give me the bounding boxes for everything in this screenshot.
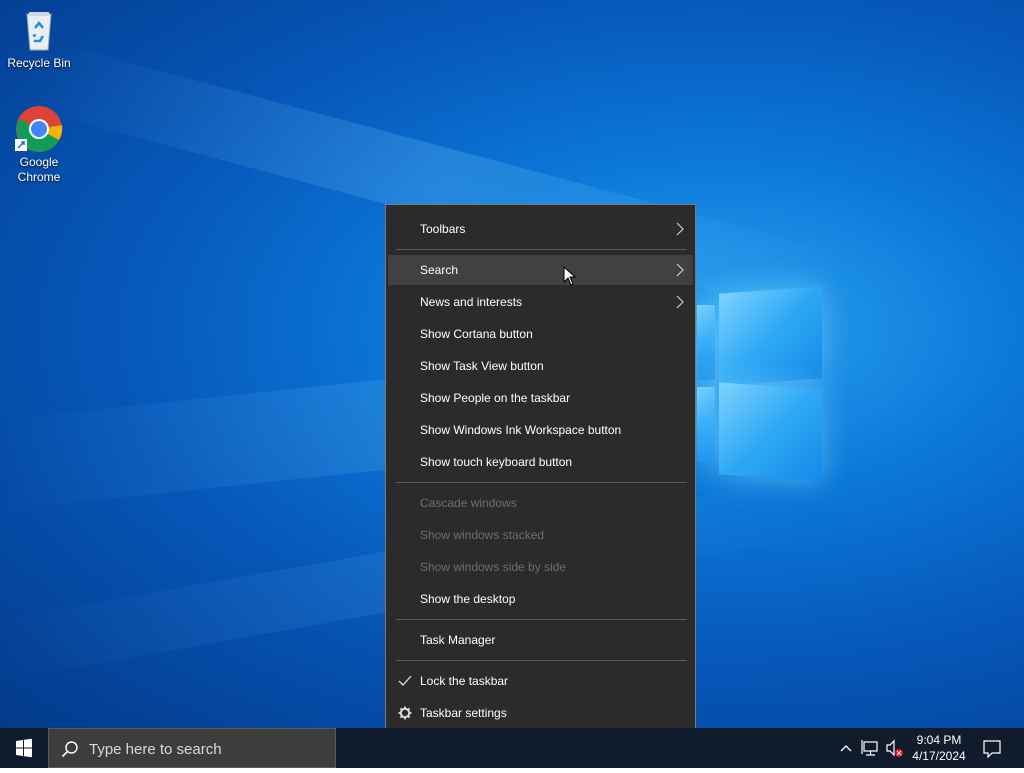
- menu-item-label: Taskbar settings: [420, 706, 507, 720]
- desktop-icon-label: Google Chrome: [17, 155, 61, 184]
- menu-item-label: Show windows side by side: [420, 560, 567, 574]
- menu-item-label: Show the desktop: [420, 592, 516, 606]
- desktop-icon-recycle-bin[interactable]: Recycle Bin: [1, 6, 77, 71]
- menu-item-show-touch-keyboard[interactable]: Show touch keyboard button: [388, 447, 693, 477]
- volume-muted-icon[interactable]: [884, 728, 906, 768]
- menu-item-label: Search: [420, 263, 459, 277]
- menu-item-label: Show Windows Ink Workspace button: [420, 423, 622, 437]
- wallpaper-windows-logo: [697, 305, 715, 380]
- menu-item-cascade-windows: Cascade windows: [388, 488, 693, 518]
- menu-item-label: Task Manager: [420, 633, 496, 647]
- gear-icon: [398, 706, 412, 720]
- menu-item-show-windows-ink[interactable]: Show Windows Ink Workspace button: [388, 415, 693, 445]
- clock-time: 9:04 PM: [916, 733, 962, 747]
- menu-item-search[interactable]: Search: [388, 255, 693, 285]
- menu-item-taskbar-settings[interactable]: Taskbar settings: [388, 698, 693, 728]
- chrome-icon: [15, 105, 63, 153]
- menu-item-label: Lock the taskbar: [420, 674, 509, 688]
- notification-icon[interactable]: [982, 728, 1002, 768]
- chevron-up-icon[interactable]: [838, 728, 854, 768]
- menu-separator: [396, 482, 687, 483]
- wallpaper-windows-logo: [719, 286, 822, 386]
- chevron-right-icon: [676, 263, 684, 277]
- search-placeholder: Type here to search: [89, 741, 222, 758]
- menu-separator: [396, 660, 687, 661]
- menu-item-show-windows-stacked: Show windows stacked: [388, 520, 693, 550]
- menu-item-label: Show People on the taskbar: [420, 391, 571, 405]
- search-icon: [61, 741, 78, 758]
- clock-date: 4/17/2024: [912, 749, 966, 763]
- chevron-right-icon: [676, 295, 684, 309]
- desktop-icon-label: Recycle Bin: [7, 56, 71, 70]
- menu-item-lock-the-taskbar[interactable]: Lock the taskbar: [388, 666, 693, 696]
- menu-item-show-the-desktop[interactable]: Show the desktop: [388, 584, 693, 614]
- menu-item-label: Cascade windows: [420, 496, 517, 510]
- menu-item-label: Show Task View button: [420, 359, 544, 373]
- taskbar-search-box[interactable]: Type here to search: [48, 728, 336, 768]
- checkmark-icon: [398, 675, 412, 686]
- menu-separator: [396, 249, 687, 250]
- menu-item-task-manager[interactable]: Task Manager: [388, 625, 693, 655]
- menu-separator: [396, 619, 687, 620]
- start-button[interactable]: [0, 728, 48, 768]
- taskbar-clock[interactable]: 9:04 PM 4/17/2024: [906, 732, 972, 764]
- taskbar-context-menu: Toolbars Search News and interests Show …: [385, 204, 696, 736]
- menu-item-show-people[interactable]: Show People on the taskbar: [388, 383, 693, 413]
- windows-logo-icon: [16, 738, 32, 758]
- menu-item-show-windows-side-by-side: Show windows side by side: [388, 552, 693, 582]
- recycle-bin-icon: [15, 6, 63, 54]
- menu-item-label: News and interests: [420, 295, 523, 309]
- menu-item-label: Toolbars: [420, 222, 466, 236]
- menu-item-show-task-view-button[interactable]: Show Task View button: [388, 351, 693, 381]
- chevron-right-icon: [676, 222, 684, 236]
- network-icon[interactable]: [861, 728, 881, 768]
- taskbar[interactable]: Type here to search 9:04 PM 4/17/2024: [0, 728, 1024, 768]
- menu-item-label: Show touch keyboard button: [420, 455, 573, 469]
- menu-item-label: Show Cortana button: [420, 327, 533, 341]
- menu-item-show-cortana-button[interactable]: Show Cortana button: [388, 319, 693, 349]
- desktop-icon-google-chrome[interactable]: Google Chrome: [1, 105, 77, 185]
- menu-item-toolbars[interactable]: Toolbars: [388, 214, 693, 244]
- menu-item-news-and-interests[interactable]: News and interests: [388, 287, 693, 317]
- wallpaper-windows-logo: [719, 382, 822, 482]
- menu-item-label: Show windows stacked: [420, 528, 545, 542]
- mouse-cursor-icon: [563, 266, 577, 286]
- wallpaper-windows-logo: [697, 387, 715, 462]
